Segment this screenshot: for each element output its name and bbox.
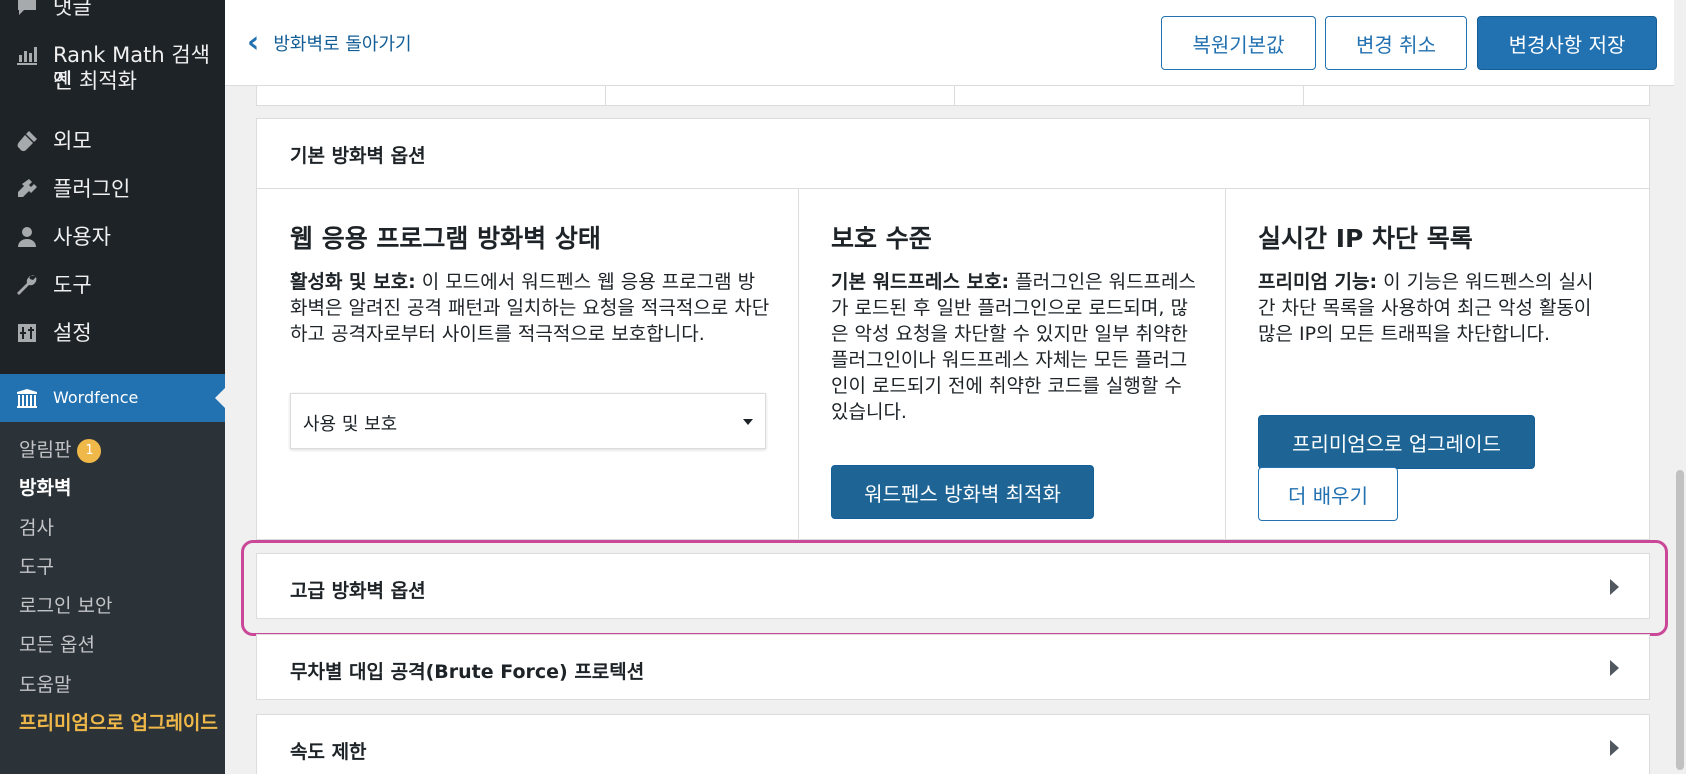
learn-more-button[interactable]: 더 배우기 [1258, 467, 1398, 521]
admin-sidebar: 댓글 Rank Math 검색엔 진 최적화 외모 플러그인 사용자 도구 설정… [0, 0, 225, 774]
sidebar-item-comments[interactable]: 댓글 [0, 0, 225, 24]
cancel-changes-button[interactable]: 변경 취소 [1325, 16, 1467, 70]
submenu-item-scan[interactable]: 검사 [19, 516, 54, 540]
chevron-down-icon [743, 419, 753, 425]
optimize-firewall-button[interactable]: 워드펜스 방화벽 최적화 [831, 465, 1094, 519]
rate-limiting-section[interactable]: 속도 제한 [256, 714, 1650, 774]
submenu-item-all-options[interactable]: 모든 옵션 [19, 633, 95, 657]
submenu-item-login-security[interactable]: 로그인 보안 [19, 594, 112, 618]
tools-icon [14, 272, 40, 298]
waf-status-heading: 웹 응용 프로그램 방화벽 상태 [290, 224, 601, 253]
previous-card-bottom [256, 86, 1650, 106]
submenu-item-dashboard[interactable]: 알림판 1 [19, 438, 102, 463]
back-to-firewall-link[interactable]: ‹ 방화벽로 돌아가기 [247, 25, 412, 60]
sidebar-item-label: 설정 [53, 321, 92, 345]
card-title: 기본 방화벽 옵션 [290, 145, 426, 167]
divider [1303, 86, 1304, 106]
divider [605, 86, 606, 106]
basic-firewall-options-card: 기본 방화벽 옵션 웹 응용 프로그램 방화벽 상태 활성화 및 보호: 이 모… [256, 118, 1650, 540]
users-icon [14, 224, 40, 250]
submenu-item-firewall[interactable]: 방화벽 [19, 476, 71, 500]
options-header: ‹ 방화벽로 돌아가기 복원기본값 변경 취소 변경사항 저장 [225, 0, 1686, 86]
save-changes-button[interactable]: 변경사항 저장 [1477, 16, 1657, 70]
plugins-icon [14, 176, 40, 202]
wordfence-submenu: 알림판 1 방화벽 검사 도구 로그인 보안 모든 옵션 도움말 프리미엄으로 업… [0, 422, 225, 774]
description-text: 플러그인은 워드프레스가 로드된 후 일반 플러그인으로 로드되며, 많은 악성… [831, 271, 1197, 423]
sidebar-item-settings[interactable]: 설정 [0, 318, 225, 348]
sidebar-item-label: 도구 [53, 273, 92, 297]
realtime-ip-blocklist-column: 실시간 IP 차단 목록 프리미엄 기능: 이 기능은 워드펜스의 실시간 차단… [1225, 189, 1649, 539]
submenu-item-label: 알림판 [19, 439, 72, 461]
protection-level-heading: 보호 수준 [831, 224, 932, 253]
select-value: 사용 및 보호 [303, 414, 398, 435]
wordfence-icon [14, 385, 40, 411]
section-title: 무차별 대입 공격(Brute Force) 프로텍션 [290, 661, 645, 683]
scrollbar-thumb[interactable] [1676, 470, 1684, 770]
section-title: 속도 제한 [290, 741, 367, 763]
protection-level-column: 보호 수준 기본 워드프레스 보호: 플러그인은 워드프레스가 로드된 후 일반… [798, 189, 1225, 539]
submenu-item-upgrade-premium[interactable]: 프리미엄으로 업그레이드 [19, 710, 219, 737]
ip-blocklist-heading: 실시간 IP 차단 목록 [1258, 224, 1473, 253]
brute-force-protection-section[interactable]: 무차별 대입 공격(Brute Force) 프로텍션 [256, 634, 1650, 700]
waf-status-select[interactable]: 사용 및 보호 [290, 393, 766, 449]
sidebar-item-label: 댓글 [53, 0, 92, 19]
highlight-annotation [241, 540, 1668, 636]
notification-badge: 1 [77, 438, 102, 463]
waf-status-column: 웹 응용 프로그램 방화벽 상태 활성화 및 보호: 이 모드에서 워드펜스 웹… [257, 189, 798, 539]
sidebar-item-wordfence[interactable]: Wordfence [0, 374, 225, 422]
active-indicator-arrow [215, 388, 225, 408]
chevron-left-icon: ‹ [247, 25, 260, 60]
sidebar-item-label-line2: 진 최적화 [53, 69, 137, 93]
protection-level-description: 기본 워드프레스 보호: 플러그인은 워드프레스가 로드된 후 일반 플러그인으… [831, 269, 1201, 425]
sidebar-item-label: Wordfence [53, 388, 139, 407]
divider [954, 86, 955, 106]
caret-right-icon [1610, 740, 1619, 756]
rank-math-icon [14, 42, 40, 68]
back-link-label: 방화벽로 돌아가기 [273, 34, 412, 55]
sidebar-item-users[interactable]: 사용자 [0, 222, 225, 252]
sidebar-item-appearance[interactable]: 외모 [0, 126, 225, 156]
sidebar-item-label: 외모 [53, 129, 92, 153]
submenu-item-tools[interactable]: 도구 [19, 555, 54, 579]
appearance-icon [14, 128, 40, 154]
description-bold: 프리미엄 기능: [1258, 271, 1378, 293]
sidebar-item-plugins[interactable]: 플러그인 [0, 174, 225, 204]
submenu-item-help[interactable]: 도움말 [19, 673, 71, 697]
comments-icon [14, 0, 40, 20]
description-bold: 기본 워드프레스 보호: [831, 271, 1010, 293]
ip-blocklist-description: 프리미엄 기능: 이 기능은 워드펜스의 실시간 차단 목록을 사용하여 최근 … [1258, 269, 1608, 347]
caret-right-icon [1610, 660, 1619, 676]
sidebar-item-label: 플러그인 [53, 177, 131, 201]
sidebar-item-tools[interactable]: 도구 [0, 270, 225, 300]
sidebar-item-label: 사용자 [53, 225, 111, 249]
settings-icon [14, 320, 40, 346]
sidebar-item-rank-math[interactable]: Rank Math 검색엔 진 최적화 [0, 40, 225, 96]
page-scrollbar[interactable] [1674, 0, 1686, 774]
upgrade-premium-button[interactable]: 프리미엄으로 업그레이드 [1258, 415, 1535, 469]
restore-defaults-button[interactable]: 복원기본값 [1161, 16, 1316, 70]
description-bold: 활성화 및 보호: [290, 271, 416, 293]
card-header: 기본 방화벽 옵션 [257, 119, 1649, 189]
waf-status-description: 활성화 및 보호: 이 모드에서 워드펜스 웹 응용 프로그램 방화벽은 알려진… [290, 269, 770, 347]
